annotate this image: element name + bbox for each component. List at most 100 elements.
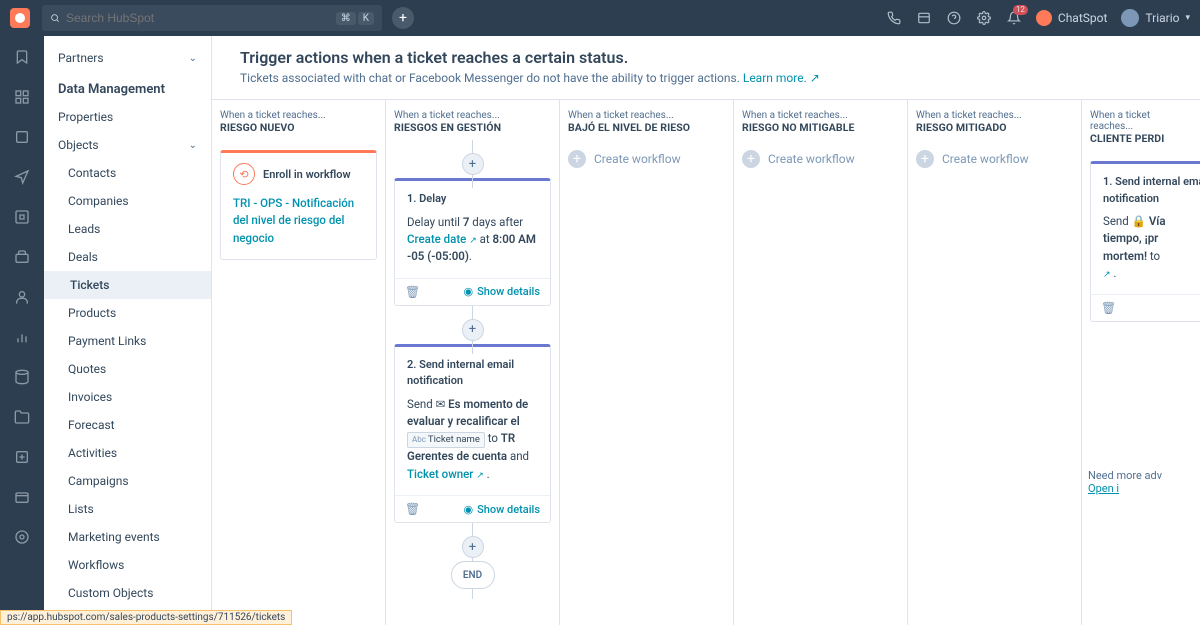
rail-reports-icon[interactable] [13,328,31,346]
column-title: RIESGOS EN GESTIÓN [394,121,551,134]
sidebar-properties[interactable]: Properties [44,103,211,131]
notifications-icon[interactable]: 12 [1006,10,1022,26]
sidebar-partners[interactable]: Partners⌄ [44,44,211,72]
add-step-button[interactable]: + [462,153,484,175]
hubspot-logo[interactable] [10,8,30,28]
sidebar-campaigns[interactable]: Campaigns [44,467,211,495]
search-wrap[interactable]: ⌘K [42,5,382,31]
rail-contacts-icon[interactable] [13,288,31,306]
status-column-4: When a ticket reaches... RIESGO NO MITIG… [734,100,908,625]
create-button[interactable]: + [392,7,414,29]
connector: + [394,533,551,561]
columns-viewport[interactable]: When a ticket reaches... RIESGO NUEVO ⟲ … [212,100,1200,625]
topbar: ⌘K + 12 ChatSpot Triario▾ [0,0,1200,36]
card-title: 2. Send internal email notification [407,357,538,390]
rail-crm-icon[interactable] [13,128,31,146]
show-details-button[interactable]: ◉Show details [464,503,540,516]
status-column-3: When a ticket reaches... BAJÓ EL NIVEL D… [560,100,734,625]
column-title: RIESGO MITIGADO [916,121,1073,134]
email-card[interactable]: 2. Send internal email notification Send… [394,344,551,524]
search-input[interactable] [66,11,336,25]
status-column-5: When a ticket reaches... RIESGO MITIGADO… [908,100,1082,625]
rail-service-icon[interactable] [13,248,31,266]
email-card-partial[interactable]: 1. Send internal email notification Send… [1090,161,1200,322]
external-link-icon: ↗ [469,236,477,246]
marketplace-icon[interactable] [916,10,932,26]
create-workflow-button[interactable]: +Create workflow [568,150,725,168]
column-subhead: When a ticket reaches... [1090,110,1193,132]
sidebar-objects[interactable]: Objects⌄ [44,131,211,159]
chatspot-button[interactable]: ChatSpot [1036,10,1108,26]
plus-icon: + [568,150,586,168]
delete-step-button[interactable]: 🗑 [1101,301,1116,315]
status-column-6: When a ticket reaches... CLIENTE PERDI 1… [1082,100,1200,625]
status-column-2: When a ticket reaches... RIESGOS EN GEST… [386,100,560,625]
rail-settings-icon[interactable] [13,528,31,546]
rail-grid-icon[interactable] [13,88,31,106]
advice-text: Need more adv Open i [1088,469,1200,495]
rail-automate-icon[interactable] [13,448,31,466]
column-subhead: When a ticket reaches... [220,110,377,121]
rail-sales-icon[interactable] [13,208,31,226]
sidebar-custom-objects[interactable]: Custom Objects [44,579,211,607]
add-step-button[interactable]: + [462,536,484,558]
sidebar-payment-links[interactable]: Payment Links [44,327,211,355]
rail-data-icon[interactable] [13,368,31,386]
icon-rail [0,36,44,625]
external-link-icon: ↗ [1103,270,1111,280]
create-workflow-button[interactable]: +Create workflow [742,150,899,168]
rail-bookmark-icon[interactable] [13,48,31,66]
rail-marketing-icon[interactable] [13,168,31,186]
end-node: END [451,561,495,589]
learn-more-link[interactable]: Learn more. [743,71,807,85]
account-menu[interactable]: Triario▾ [1121,9,1190,27]
chatspot-icon [1036,10,1052,26]
end-connector: END [394,561,551,589]
sidebar-products[interactable]: Products [44,299,211,327]
sidebar-companies[interactable]: Companies [44,187,211,215]
sidebar-contacts[interactable]: Contacts [44,159,211,187]
rail-commerce-icon[interactable] [13,488,31,506]
workflow-enroll-icon: ⟲ [233,163,255,185]
column-subhead: When a ticket reaches... [568,110,725,121]
ticket-owner-link[interactable]: Ticket owner [407,467,473,481]
create-date-link[interactable]: Create date [407,232,466,246]
open-in-link[interactable]: Open i [1088,482,1119,495]
sidebar-invoices[interactable]: Invoices [44,383,211,411]
page-header: Trigger actions when a ticket reaches a … [212,36,1200,100]
sidebar-activities[interactable]: Activities [44,439,211,467]
sidebar-deals[interactable]: Deals [44,243,211,271]
sidebar-leads[interactable]: Leads [44,215,211,243]
main: Partners⌄ Data Management Properties Obj… [0,36,1200,625]
avatar-icon [1121,9,1139,27]
column-title: RIESGO NO MITIGABLE [742,121,899,134]
topbar-icons: 12 ChatSpot Triario▾ [886,9,1190,27]
settings-icon[interactable] [976,10,992,26]
status-bar-url: ps://app.hubspot.com/sales-products-sett… [0,610,292,625]
create-workflow-button[interactable]: +Create workflow [916,150,1073,168]
sidebar-tickets[interactable]: Tickets [44,271,211,299]
delay-card[interactable]: 1. Delay Delay until 7 days after Create… [394,178,551,306]
sidebar-lists[interactable]: Lists [44,495,211,523]
rail-files-icon[interactable] [13,408,31,426]
search-icon [50,12,60,24]
connector: + [394,316,551,344]
status-column-1: When a ticket reaches... RIESGO NUEVO ⟲ … [212,100,386,625]
content: Trigger actions when a ticket reaches a … [212,36,1200,625]
page-title: Trigger actions when a ticket reaches a … [240,48,1172,67]
add-step-button[interactable]: + [462,319,484,341]
workflow-link[interactable]: TRI - OPS - Notificación del nivel de ri… [233,196,354,245]
lock-icon: 🔒 [1132,214,1146,228]
sidebar: Partners⌄ Data Management Properties Obj… [44,36,212,625]
sidebar-workflows[interactable]: Workflows [44,551,211,579]
show-details-button[interactable]: ◉Show details [464,285,540,298]
sidebar-forecast[interactable]: Forecast [44,411,211,439]
enroll-workflow-card[interactable]: ⟲ Enroll in workflow TRI - OPS - Notific… [220,150,377,260]
sidebar-marketing-events[interactable]: Marketing events [44,523,211,551]
column-title: CLIENTE PERDI [1090,132,1193,145]
sidebar-quotes[interactable]: Quotes [44,355,211,383]
phone-icon[interactable] [886,10,902,26]
delete-step-button[interactable]: 🗑 [405,285,420,299]
help-icon[interactable] [946,10,962,26]
delete-step-button[interactable]: 🗑 [405,502,420,516]
